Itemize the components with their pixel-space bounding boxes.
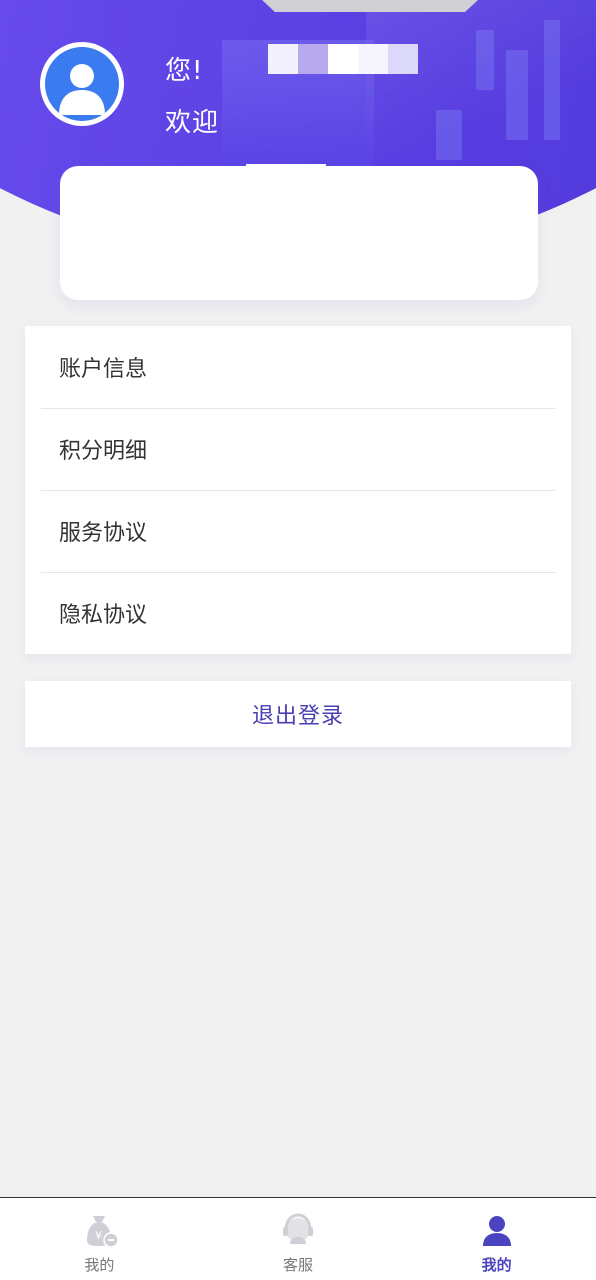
logout-button[interactable]: 退出登录	[25, 681, 571, 747]
menu-item-label: 积分明细	[59, 439, 148, 464]
greeting-line-2: 欢迎	[165, 108, 220, 138]
greeting-line-1: 您!	[165, 56, 204, 86]
menu-list: 账户信息 积分明细 服务协议 隐私协议	[25, 326, 571, 654]
tab-wallet[interactable]: ¥ 我的	[0, 1198, 199, 1280]
menu-item-points-detail[interactable]: 积分明细	[25, 408, 571, 490]
tab-mine[interactable]: 我的	[397, 1198, 596, 1280]
user-icon	[482, 1216, 511, 1246]
tab-customer-service[interactable]: 客服	[199, 1198, 398, 1280]
profile-page: 您! 欢迎 账户信息 积分明细 服务协议 隐私协议 退出登录 ¥ 我的 客服 我…	[0, 0, 596, 1280]
tab-label: 我的	[481, 1256, 512, 1274]
user-silhouette-icon	[59, 64, 105, 115]
tab-label: 我的	[84, 1256, 115, 1274]
menu-item-label: 账户信息	[59, 357, 148, 382]
customer-service-icon	[283, 1213, 313, 1244]
svg-text:¥: ¥	[95, 1229, 102, 1242]
menu-item-account-info[interactable]: 账户信息	[25, 326, 571, 408]
tab-label: 客服	[283, 1256, 314, 1274]
menu-item-label: 服务协议	[59, 521, 148, 546]
menu-item-service-agreement[interactable]: 服务协议	[25, 490, 571, 572]
menu-item-privacy-agreement[interactable]: 隐私协议	[25, 572, 571, 654]
avatar-image	[45, 47, 119, 121]
menu-item-label: 隐私协议	[59, 603, 148, 628]
avatar[interactable]	[40, 42, 124, 126]
bottom-tabbar: ¥ 我的 客服 我的	[0, 1197, 596, 1280]
info-card	[60, 164, 538, 300]
status-notch	[262, 0, 478, 12]
money-bag-icon: ¥	[87, 1216, 120, 1248]
